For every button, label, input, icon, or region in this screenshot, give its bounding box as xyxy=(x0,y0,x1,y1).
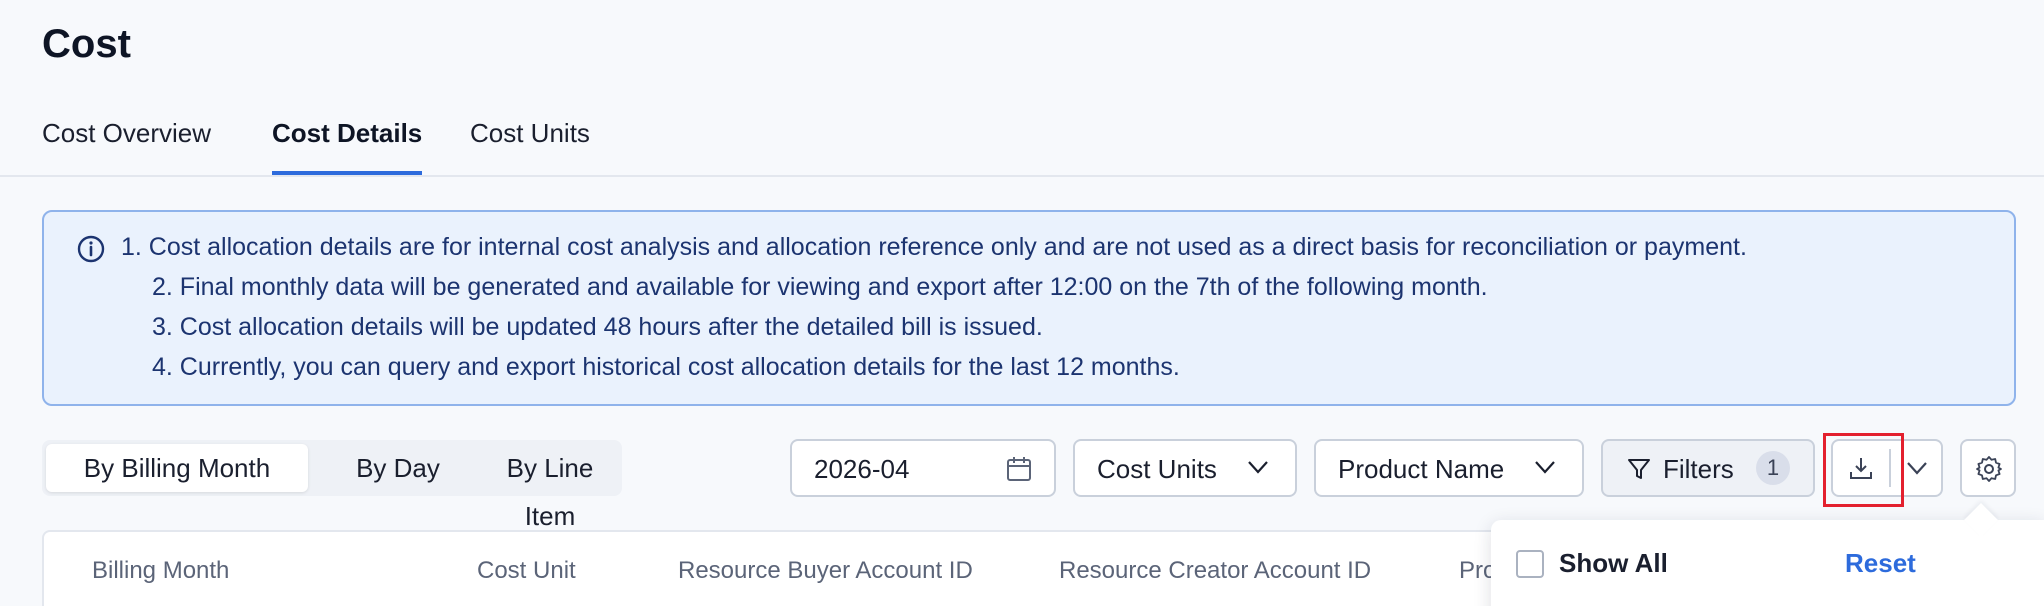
toggle-by-billing-month[interactable]: By Billing Month xyxy=(46,444,308,492)
calendar-icon xyxy=(1007,457,1031,481)
tab-bar: Cost Overview Cost Details Cost Units xyxy=(0,105,2044,177)
show-all-label[interactable]: Show All xyxy=(1559,548,1668,579)
popover-arrow xyxy=(1964,503,1998,537)
toggle-by-day[interactable]: By Day xyxy=(310,444,486,492)
reset-link[interactable]: Reset xyxy=(1845,548,1916,579)
tab-cost-units[interactable]: Cost Units xyxy=(470,113,590,175)
notice-line-3: 3. Cost allocation details will be updat… xyxy=(152,313,1043,341)
view-toggle: By Billing Month By Day By Line Item xyxy=(42,440,622,531)
chevron-down-icon xyxy=(1535,461,1555,474)
tab-cost-overview[interactable]: Cost Overview xyxy=(42,113,211,175)
gear-icon xyxy=(1976,456,2002,482)
tab-cost-details[interactable]: Cost Details xyxy=(272,113,423,175)
column-header-billing-month[interactable]: Billing Month xyxy=(92,557,229,585)
filters-count-badge: 1 xyxy=(1756,451,1790,485)
page-title: Cost xyxy=(42,22,131,66)
info-circle-icon xyxy=(77,235,105,263)
toggle-by-line-item[interactable]: By Line Item xyxy=(480,444,620,531)
billing-month-picker[interactable]: 2026-04 xyxy=(790,439,1056,497)
notice-line-2: 2. Final monthly data will be generated … xyxy=(152,273,1488,301)
highlight-box xyxy=(1823,433,1904,507)
column-settings-popover: Show All Reset xyxy=(1491,503,2044,606)
column-header-resource-creator-account-id[interactable]: Resource Creator Account ID xyxy=(1059,557,1371,585)
show-all-checkbox[interactable] xyxy=(1516,550,1544,578)
chevron-down-icon xyxy=(1248,461,1268,474)
product-name-dropdown[interactable]: Product Name xyxy=(1314,439,1584,497)
billing-month-value: 2026-04 xyxy=(814,454,910,484)
column-header-cost-unit[interactable]: Cost Unit xyxy=(477,557,576,585)
cost-units-label: Cost Units xyxy=(1097,454,1217,484)
notice-line-4: 4. Currently, you can query and export h… xyxy=(152,353,1180,381)
info-notice: 1. Cost allocation details are for inter… xyxy=(42,210,2016,406)
column-header-resource-buyer-account-id[interactable]: Resource Buyer Account ID xyxy=(678,557,973,585)
cost-units-dropdown[interactable]: Cost Units xyxy=(1073,439,1297,497)
funnel-icon xyxy=(1628,459,1650,479)
filters-label: Filters xyxy=(1663,454,1734,484)
chevron-down-icon xyxy=(1907,462,1927,475)
notice-line-1: 1. Cost allocation details are for inter… xyxy=(121,233,1747,261)
column-settings-button[interactable] xyxy=(1960,439,2016,497)
product-name-label: Product Name xyxy=(1338,454,1505,484)
filters-button[interactable]: Filters 1 xyxy=(1601,439,1815,497)
